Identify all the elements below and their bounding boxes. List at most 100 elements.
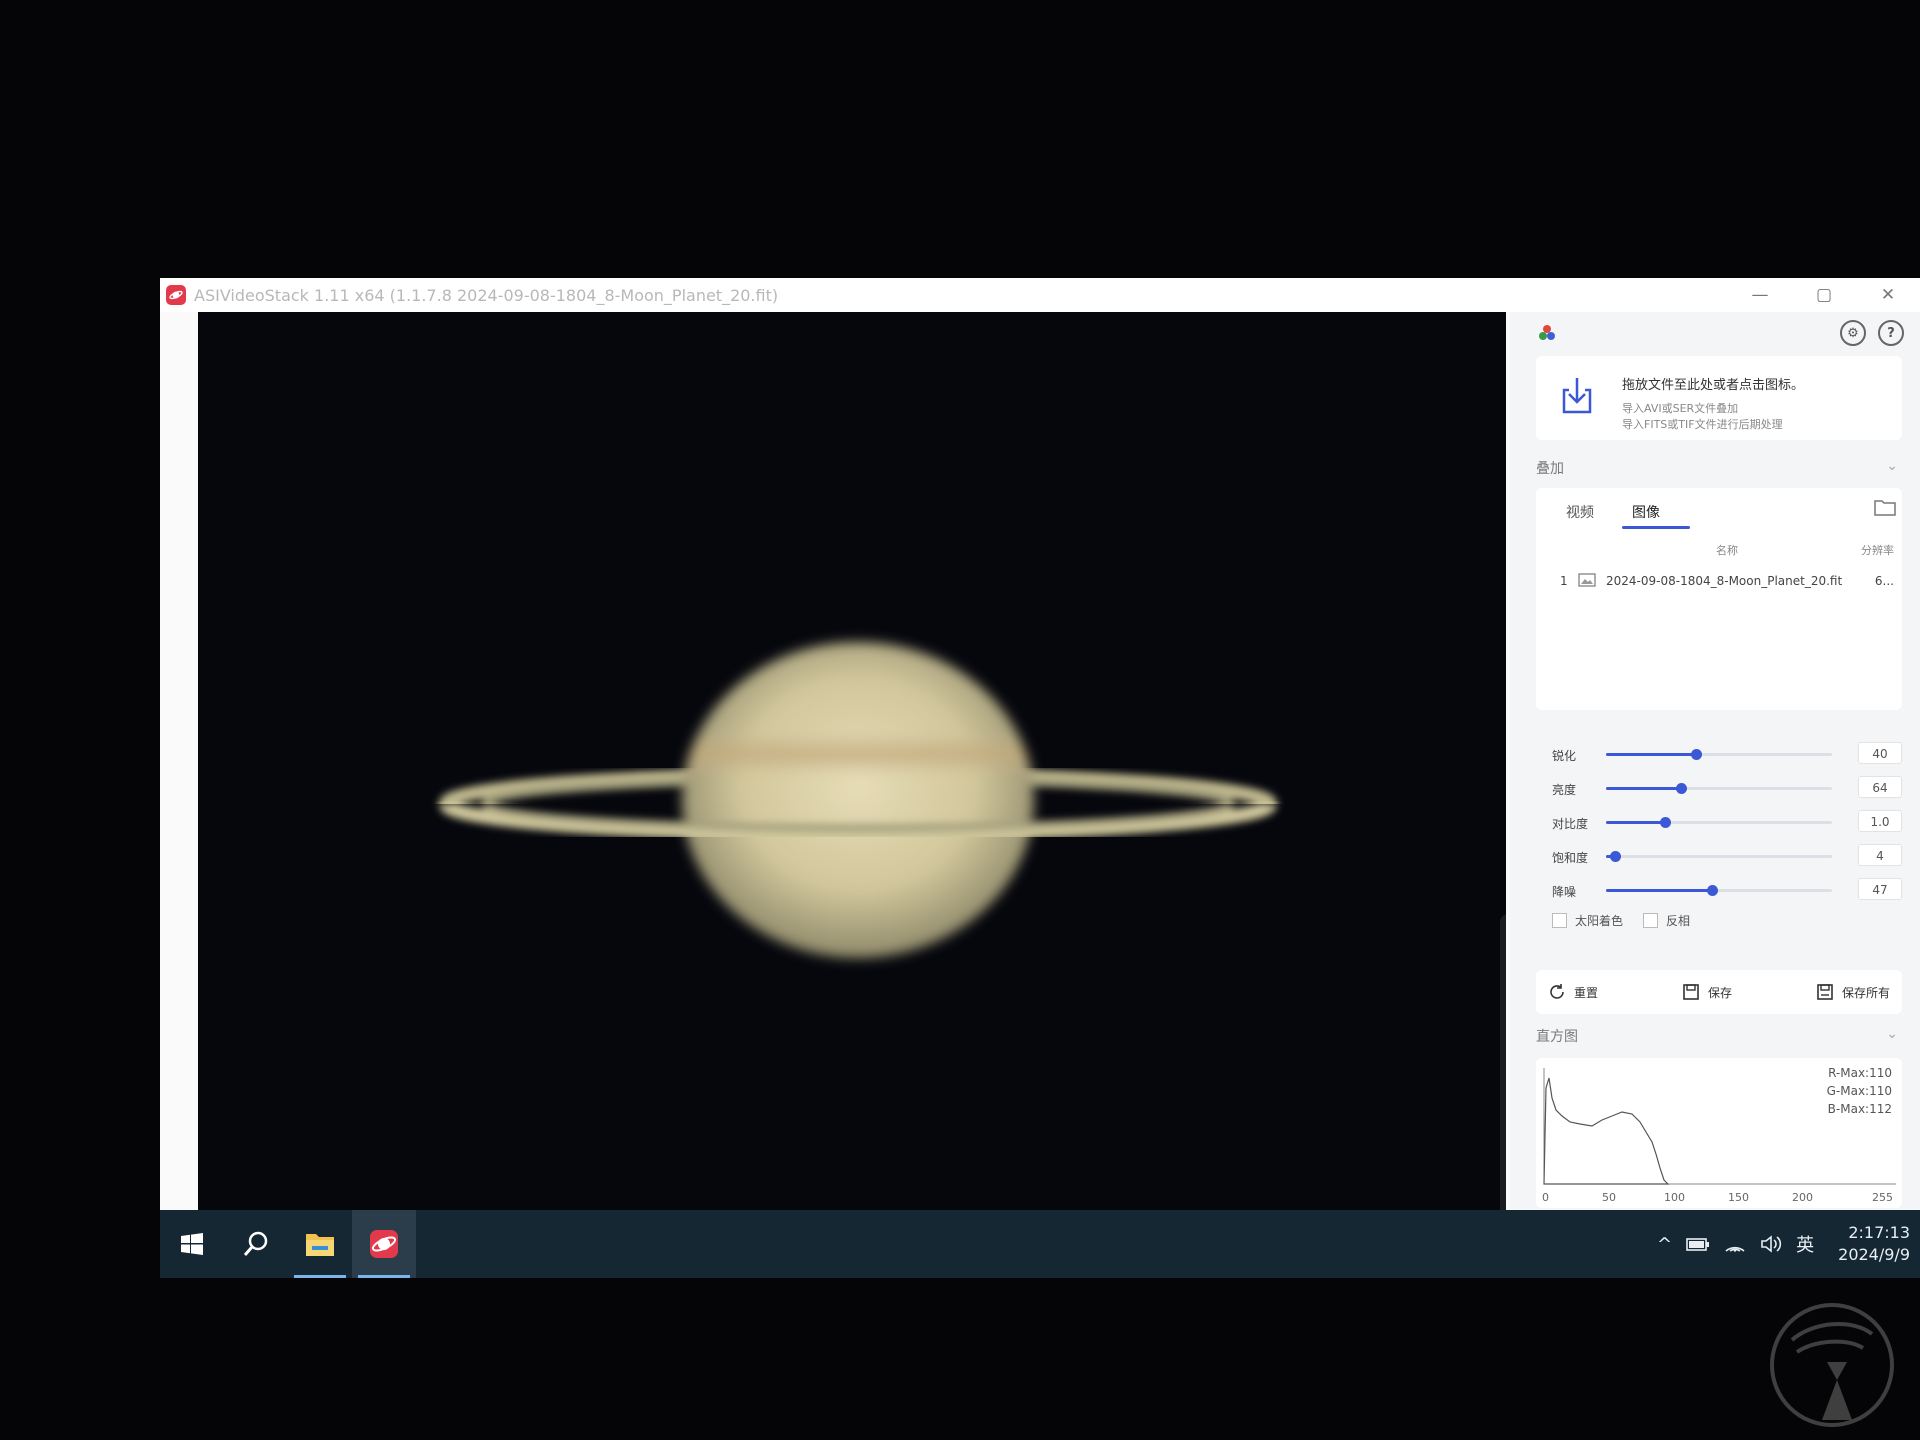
wifi-icon[interactable] [1724, 1235, 1746, 1253]
saturation-track[interactable] [1606, 851, 1832, 862]
file-list-row[interactable]: 1 2024-09-08-1804_8-Moon_Planet_20.fit 6… [1536, 570, 1902, 594]
actual-size-icon[interactable] [1505, 1079, 1506, 1115]
slider-brightness[interactable]: 亮度 64 [1536, 774, 1902, 802]
save-all-button[interactable]: 保存所有 [1816, 983, 1890, 1001]
clock-time: 2:17:13 [1848, 1223, 1910, 1242]
chevron-up-icon[interactable]: ^ [1657, 1234, 1672, 1255]
search-icon [243, 1231, 268, 1256]
solar-color-checkbox[interactable]: 太阳着色 [1552, 912, 1623, 929]
contrast-handle[interactable] [1659, 817, 1671, 828]
slider-denoise[interactable]: 降噪 47 [1536, 876, 1902, 904]
app-icon [166, 285, 186, 305]
settings-icon[interactable]: ⚙ [1840, 320, 1866, 346]
stack-card: 视频 图像 名称 分辨率 1 2024-09-08-1804_8-Moon_Pl… [1536, 488, 1902, 710]
minimize-button[interactable]: — [1728, 278, 1792, 312]
folder-icon [306, 1234, 334, 1256]
help-icon[interactable]: ? [1878, 320, 1904, 346]
hist-tick: 150 [1728, 1191, 1749, 1204]
asivideostack-taskbar-button[interactable] [352, 1210, 416, 1278]
brightness-label: 亮度 [1552, 783, 1577, 797]
histogram-curve [1543, 1077, 1670, 1185]
save-label: 保存 [1707, 985, 1732, 1000]
running-indicator [294, 1275, 346, 1278]
stack-section-header[interactable]: 叠加 ⌄ [1536, 458, 1902, 482]
save-icon [1683, 984, 1699, 1000]
title-bar[interactable]: ASIVideoStack 1.11 x64 (1.1.7.8 2024-09-… [160, 278, 1920, 312]
invert-label: 反相 [1666, 914, 1691, 928]
close-button[interactable]: ✕ [1856, 278, 1920, 312]
stack-section-title: 叠加 [1536, 461, 1564, 477]
zoom-out-icon[interactable] [1505, 979, 1506, 1015]
tab-video[interactable]: 视频 [1566, 502, 1594, 522]
denoise-track[interactable] [1606, 885, 1832, 896]
maximize-button[interactable]: ▢ [1792, 278, 1856, 312]
tab-image[interactable]: 图像 [1632, 502, 1660, 522]
denoise-handle[interactable] [1707, 885, 1719, 896]
brightness-track[interactable] [1606, 783, 1832, 794]
denoise-label: 降噪 [1552, 885, 1577, 899]
contrast-value[interactable]: 1.0 [1858, 810, 1902, 832]
file-resolution: 6... [1874, 574, 1894, 588]
start-button[interactable] [160, 1210, 224, 1278]
brightness-handle[interactable] [1675, 783, 1687, 794]
active-tab-indicator [1622, 526, 1690, 529]
sharpen-value[interactable]: 40 [1858, 742, 1902, 764]
saturation-value[interactable]: 4 [1858, 844, 1902, 866]
histogram-title: 直方图 [1536, 1029, 1578, 1045]
folder-icon[interactable] [1874, 498, 1896, 516]
slider-sharpen[interactable]: 锐化 40 [1536, 740, 1902, 768]
chevron-down-icon[interactable]: ⌄ [1886, 458, 1898, 474]
hist-tick: 255 [1872, 1191, 1893, 1204]
app-window: ASIVideoStack 1.11 x64 (1.1.7.8 2024-09-… [160, 278, 1920, 1230]
action-bar: 重置 保存 保存所有 [1536, 970, 1902, 1014]
histogram-section-header[interactable]: 直方图 ⌄ [1536, 1026, 1902, 1050]
watermark-logo-icon [1770, 1303, 1894, 1427]
view-toolbar [1500, 914, 1506, 1222]
flip-horizontal-icon[interactable] [1505, 1129, 1506, 1165]
save-all-label: 保存所有 [1841, 985, 1890, 1000]
asivideostack-icon [370, 1230, 398, 1258]
reset-button[interactable]: 重置 [1548, 983, 1598, 1001]
brightness-value[interactable]: 64 [1858, 776, 1902, 798]
file-drop-zone[interactable]: 拖放文件至此处或者点击图标。 导入AVI或SER文件叠加 导入FITS或TIF文… [1536, 356, 1902, 440]
battery-icon[interactable] [1686, 1235, 1710, 1253]
saturn-image [439, 642, 1277, 958]
input-method-indicator[interactable]: 英 [1796, 1231, 1814, 1257]
running-indicator [358, 1275, 410, 1278]
import-icon[interactable] [1554, 372, 1600, 418]
reset-icon [1550, 984, 1564, 999]
save-button[interactable]: 保存 [1682, 983, 1732, 1001]
image-file-icon [1578, 573, 1596, 587]
hist-tick: 0 [1542, 1191, 1549, 1204]
sharpen-handle[interactable] [1691, 749, 1703, 760]
zoom-in-icon[interactable] [1505, 929, 1506, 965]
hist-tick: 100 [1664, 1191, 1685, 1204]
volume-icon[interactable] [1760, 1235, 1782, 1253]
sharpen-track[interactable] [1606, 749, 1832, 760]
sharpen-label: 锐化 [1552, 749, 1577, 763]
chevron-down-icon[interactable]: ⌄ [1886, 1026, 1898, 1042]
search-button[interactable] [224, 1210, 288, 1278]
r-max-label: R-Max:110 [1828, 1066, 1892, 1080]
column-name-header: 名称 [1716, 544, 1738, 557]
column-resolution-header: 分辨率 [1861, 544, 1894, 557]
contrast-track[interactable] [1606, 817, 1832, 828]
reset-label: 重置 [1574, 985, 1599, 1000]
solar-color-box[interactable] [1552, 913, 1567, 928]
denoise-value[interactable]: 47 [1858, 878, 1902, 900]
zwo-logo-icon [1539, 325, 1555, 340]
clock[interactable]: 2:17:13 2024/9/9 [1838, 1222, 1910, 1266]
file-name: 2024-09-08-1804_8-Moon_Planet_20.fit [1606, 574, 1843, 588]
slider-saturation[interactable]: 饱和度 4 [1536, 842, 1902, 870]
saturation-label: 饱和度 [1552, 851, 1589, 865]
window-title: ASIVideoStack 1.11 x64 (1.1.7.8 2024-09-… [194, 285, 779, 305]
image-canvas[interactable] [198, 312, 1506, 1230]
file-explorer-button[interactable] [288, 1210, 352, 1278]
drop-hint-video: 导入AVI或SER文件叠加 [1622, 402, 1739, 415]
saturation-handle[interactable] [1610, 851, 1622, 862]
invert-box[interactable] [1643, 913, 1659, 928]
invert-checkbox[interactable]: 反相 [1643, 912, 1690, 929]
slider-contrast[interactable]: 对比度 1.0 [1536, 808, 1902, 836]
save-all-icon [1817, 984, 1833, 1000]
fit-window-icon[interactable] [1505, 1029, 1506, 1065]
